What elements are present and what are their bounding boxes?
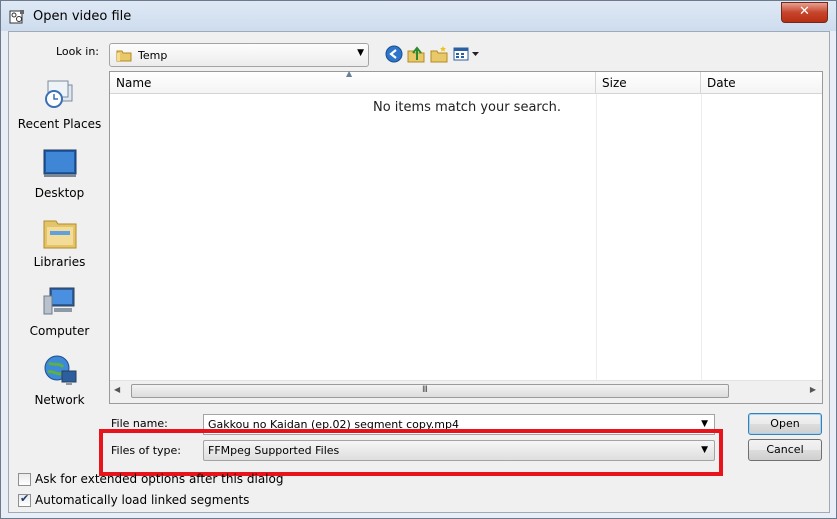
- new-folder-icon[interactable]: [430, 45, 448, 63]
- open-video-dialog: Open video file ✕ Look in: Temp ▼ Recent…: [0, 0, 837, 519]
- open-button[interactable]: Open: [748, 413, 822, 435]
- network-icon: [44, 355, 76, 385]
- place-label: Network: [34, 393, 85, 407]
- sort-ascending-icon: ▲: [346, 69, 353, 78]
- lookin-dropdown[interactable]: Temp ▼: [109, 43, 369, 67]
- scroll-right-icon[interactable]: ▶: [810, 385, 816, 394]
- place-label: Libraries: [33, 255, 86, 269]
- places-bar: Recent Places Desktop Libraries Computer…: [13, 71, 106, 411]
- close-button[interactable]: ✕: [781, 2, 828, 23]
- column-header-date[interactable]: Date: [701, 72, 822, 94]
- grip-icon: III: [422, 385, 428, 395]
- lookin-label: Look in:: [56, 45, 99, 58]
- computer-icon: [43, 287, 74, 315]
- column-divider: [596, 94, 597, 380]
- checkmark-icon: ✔: [20, 492, 30, 505]
- file-list[interactable]: ▲ Name Size Date No items match your sea…: [109, 69, 823, 404]
- cancel-button[interactable]: Cancel: [748, 439, 822, 461]
- column-header-name[interactable]: ▲ Name: [110, 69, 596, 94]
- place-computer[interactable]: Computer: [13, 284, 106, 344]
- place-network[interactable]: Network: [13, 353, 106, 413]
- column-label: Size: [602, 76, 627, 90]
- extended-options-label: Ask for extended options after this dial…: [35, 472, 284, 486]
- chevron-down-icon[interactable]: ▼: [701, 419, 708, 429]
- libraries-icon: [43, 220, 76, 249]
- extended-options-checkbox[interactable]: [18, 473, 31, 486]
- up-folder-icon[interactable]: [407, 45, 425, 63]
- place-label: Computer: [29, 324, 90, 338]
- lookin-value: Temp: [138, 49, 168, 62]
- folder-icon: [116, 50, 132, 62]
- load-linked-segments-checkbox[interactable]: ✔: [18, 492, 31, 507]
- view-menu-icon[interactable]: [453, 45, 481, 63]
- empty-message: No items match your search.: [372, 100, 561, 115]
- back-icon[interactable]: [385, 45, 403, 63]
- horizontal-scrollbar[interactable]: ◀ III ▶: [110, 380, 822, 403]
- place-label: Desktop: [34, 186, 85, 200]
- desktop-icon: [43, 149, 76, 177]
- close-icon: ✕: [799, 4, 810, 19]
- load-linked-segments-label: Automatically load linked segments: [35, 493, 250, 507]
- column-label: Date: [707, 76, 736, 90]
- app-icon: [9, 10, 24, 24]
- recent-places-icon: [44, 80, 72, 108]
- window-title: Open video file: [33, 9, 132, 24]
- place-label: Recent Places: [17, 117, 102, 131]
- scroll-thumb[interactable]: III: [131, 384, 729, 398]
- scroll-left-icon[interactable]: ◀: [114, 385, 120, 394]
- highlight-box: [99, 429, 723, 476]
- column-divider: [701, 94, 702, 380]
- chevron-down-icon: ▼: [357, 48, 364, 58]
- place-desktop[interactable]: Desktop: [13, 146, 106, 206]
- title-bar: Open video file ✕: [1, 1, 836, 32]
- column-label: Name: [116, 76, 152, 90]
- column-header-size[interactable]: Size: [596, 72, 701, 94]
- place-libraries[interactable]: Libraries: [13, 215, 106, 275]
- place-recent-places[interactable]: Recent Places: [13, 77, 106, 137]
